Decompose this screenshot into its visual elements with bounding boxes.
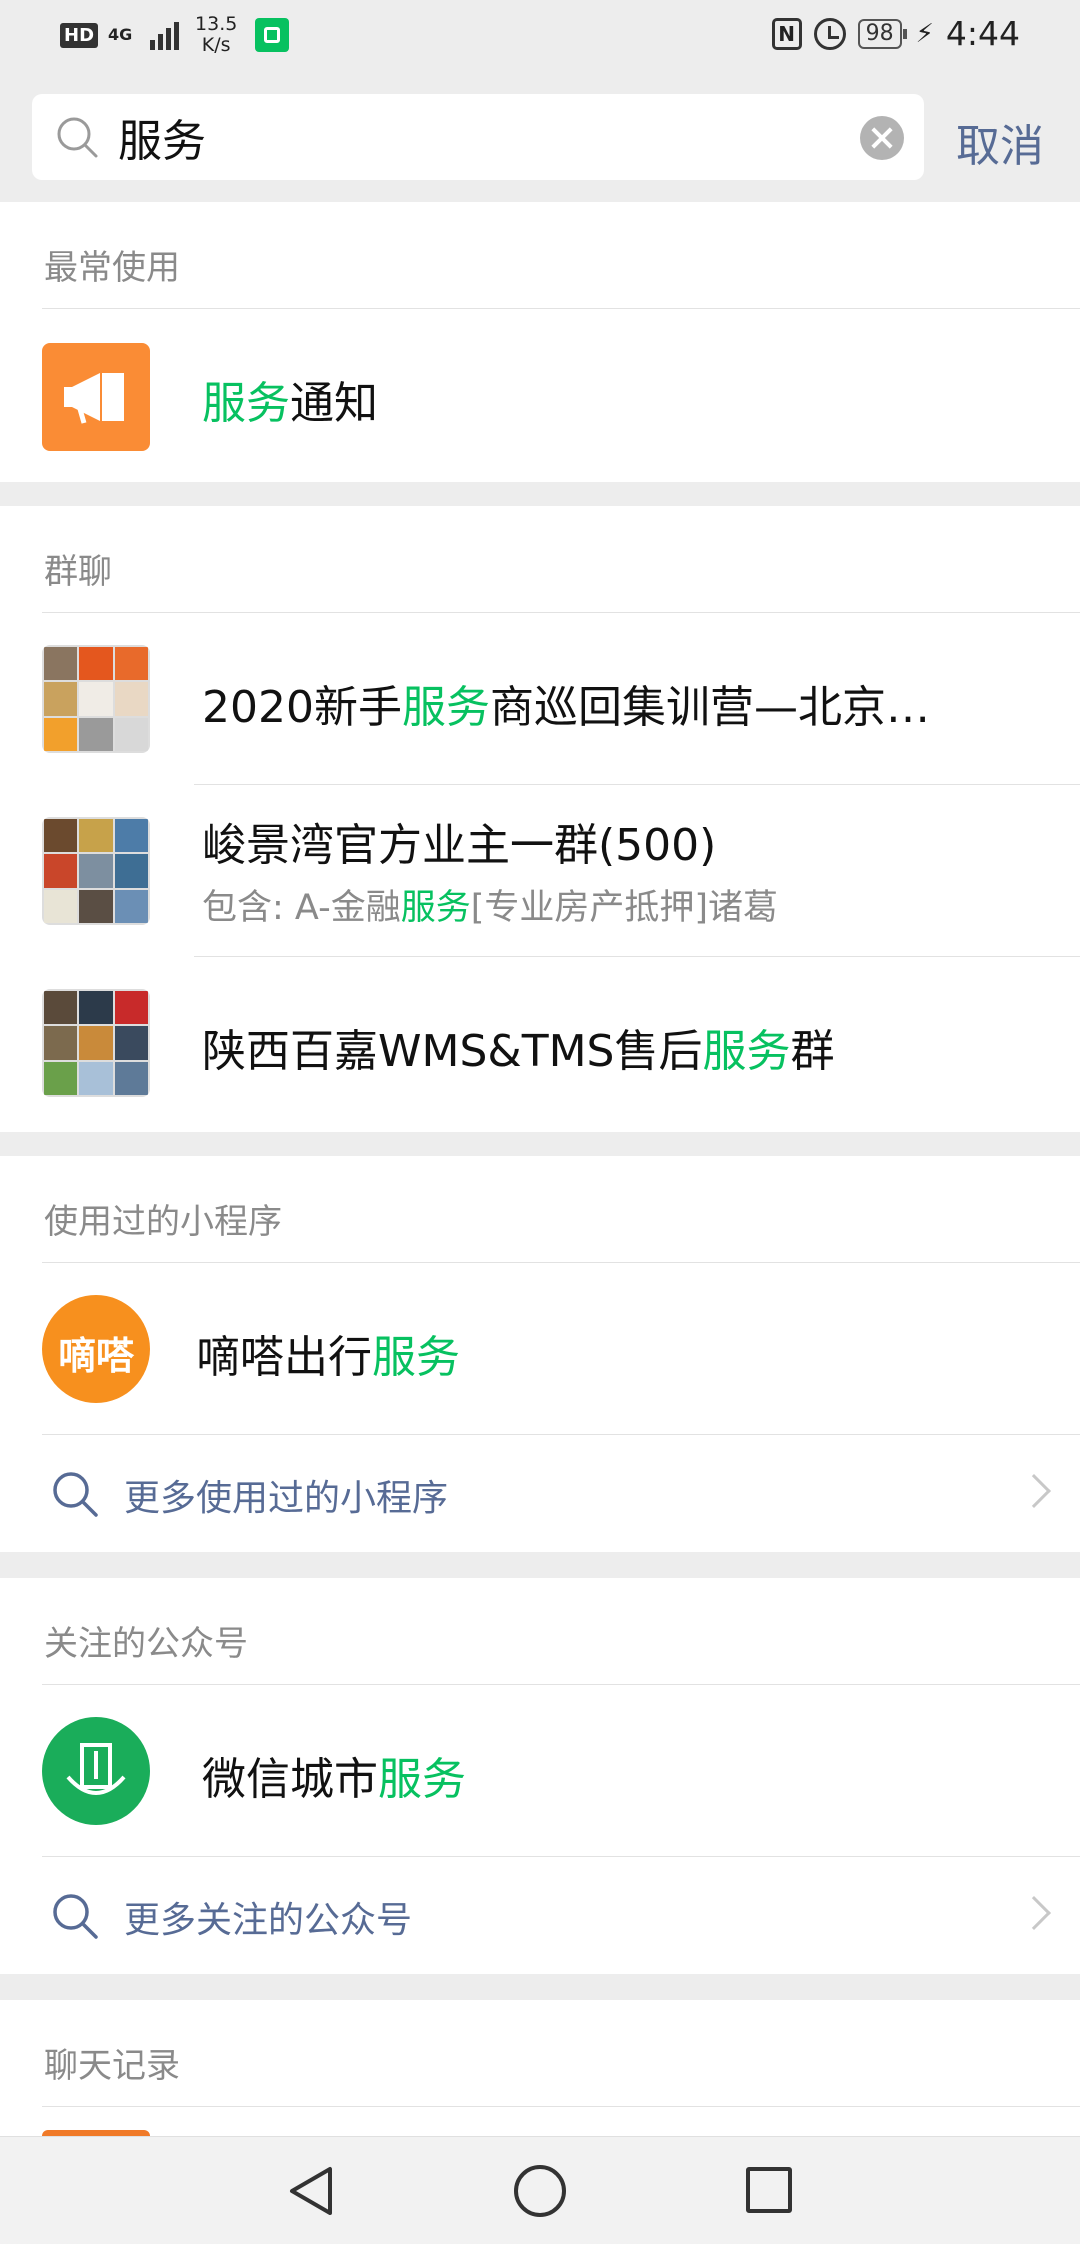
title-rest: 群 <box>790 1026 835 1077</box>
subtitle-prefix: 包含: A-金融 <box>202 888 401 928</box>
match-highlight: 服务 <box>401 682 490 733</box>
title-prefix: 陕西百嘉WMS&TMS售后 <box>202 1026 703 1077</box>
item-title: 峻景湾官方业主一群(500) <box>202 820 717 871</box>
network-speed: 13.5 K/s <box>195 14 237 56</box>
list-item-mini-program[interactable]: 嘀嗒 嘀嗒出行服务 <box>0 1263 1080 1435</box>
more-label: 更多关注的公众号 <box>124 1900 413 1941</box>
search-icon <box>53 1894 98 1939</box>
group-avatar <box>42 989 150 1097</box>
section-official-accounts: 关注的公众号 微信城市服务 更多关注的公众号 <box>0 1578 1080 1974</box>
megaphone-icon <box>42 343 150 451</box>
clear-icon[interactable] <box>860 116 904 160</box>
system-nav-bar <box>0 2136 1080 2244</box>
section-title: 最常使用 <box>44 248 180 288</box>
match-highlight: 服务 <box>202 378 290 429</box>
chevron-right-icon <box>1017 1896 1051 1930</box>
section-groups: 群聊 2020新手服务商巡回集训营—北京… 峻景湾官方业主一群(500) 包含:… <box>0 506 1080 1132</box>
section-title: 使用过的小程序 <box>44 1202 282 1242</box>
dida-logo: 嘀嗒 <box>42 1295 150 1403</box>
clock: 4:44 <box>945 14 1020 53</box>
item-title: 嘀嗒出行服务 <box>196 1321 460 1385</box>
title-prefix: 2020新手 <box>202 682 402 733</box>
divider <box>42 2106 1080 2107</box>
section-title: 聊天记录 <box>44 2046 180 2086</box>
signal-icon <box>150 20 180 50</box>
speed-unit: K/s <box>201 34 231 56</box>
subtitle-rest: [专业房产抵押]诸葛 <box>470 888 779 928</box>
more-mini-programs-row[interactable]: 更多使用过的小程序 <box>0 1435 1080 1553</box>
speed-value: 13.5 <box>195 13 238 35</box>
group-avatar <box>42 645 150 753</box>
section-frequent: 最常使用 服务通知 <box>0 202 1080 482</box>
item-title: 陕西百嘉WMS&TMS售后服务群 <box>202 1015 834 1079</box>
logo-text: 嘀嗒 <box>57 1334 134 1378</box>
city-service-icon <box>42 1717 150 1825</box>
section-title: 关注的公众号 <box>44 1624 248 1664</box>
match-highlight: 服务 <box>400 888 471 928</box>
network-type: 4G <box>108 25 133 44</box>
chevron-right-icon <box>1017 1474 1051 1508</box>
back-icon[interactable] <box>286 2165 336 2217</box>
search-icon <box>57 117 98 158</box>
search-box[interactable] <box>32 94 924 180</box>
list-item-group[interactable]: 2020新手服务商巡回集训营—北京… <box>0 613 1080 785</box>
title-rest: 通知 <box>290 378 378 429</box>
section-chat-history: 聊天记录 <box>0 2000 1080 2136</box>
item-title: 服务通知 <box>202 367 378 431</box>
wechat-notification-icon <box>255 18 290 52</box>
list-item-service-notice[interactable]: 服务通知 <box>0 309 1080 482</box>
nfc-icon: N <box>771 17 802 50</box>
search-input[interactable] <box>118 104 858 170</box>
alarm-icon <box>813 17 846 50</box>
list-item-group[interactable]: 峻景湾官方业主一群(500) 包含: A-金融服务[专业房产抵押]诸葛 <box>0 785 1080 957</box>
item-title: 微信城市服务 <box>202 1743 466 1807</box>
section-mini-programs: 使用过的小程序 嘀嗒 嘀嗒出行服务 更多使用过的小程序 <box>0 1156 1080 1552</box>
list-item-group[interactable]: 陕西百嘉WMS&TMS售后服务群 <box>0 957 1080 1132</box>
more-official-accounts-row[interactable]: 更多关注的公众号 <box>0 1857 1080 1975</box>
title-rest: 商巡回集训营—北京… <box>489 682 930 733</box>
search-icon <box>53 1472 98 1517</box>
battery-icon: 98 <box>857 18 907 49</box>
more-label: 更多使用过的小程序 <box>124 1478 449 1519</box>
list-item-official-account[interactable]: 微信城市服务 <box>0 1685 1080 1857</box>
item-title: 2020新手服务商巡回集训营—北京… <box>202 671 930 735</box>
charging-icon: ⚡ <box>915 18 934 49</box>
cancel-button[interactable]: 取消 <box>956 110 1044 174</box>
match-highlight: 服务 <box>378 1754 466 1805</box>
match-highlight: 服务 <box>702 1026 791 1077</box>
home-icon[interactable] <box>514 2165 566 2217</box>
title-prefix: 微信城市 <box>202 1754 378 1805</box>
group-avatar <box>42 817 150 925</box>
item-subtitle: 包含: A-金融服务[专业房产抵押]诸葛 <box>202 879 778 930</box>
section-title: 群聊 <box>44 552 112 592</box>
hd-badge: HD <box>60 22 99 48</box>
status-bar: HD 4G 13.5 K/s N 98 ⚡ 4:44 <box>0 0 1080 72</box>
match-highlight: 服务 <box>372 1332 460 1383</box>
title-prefix: 嘀嗒出行 <box>196 1332 372 1383</box>
recent-apps-icon[interactable] <box>746 2167 792 2213</box>
